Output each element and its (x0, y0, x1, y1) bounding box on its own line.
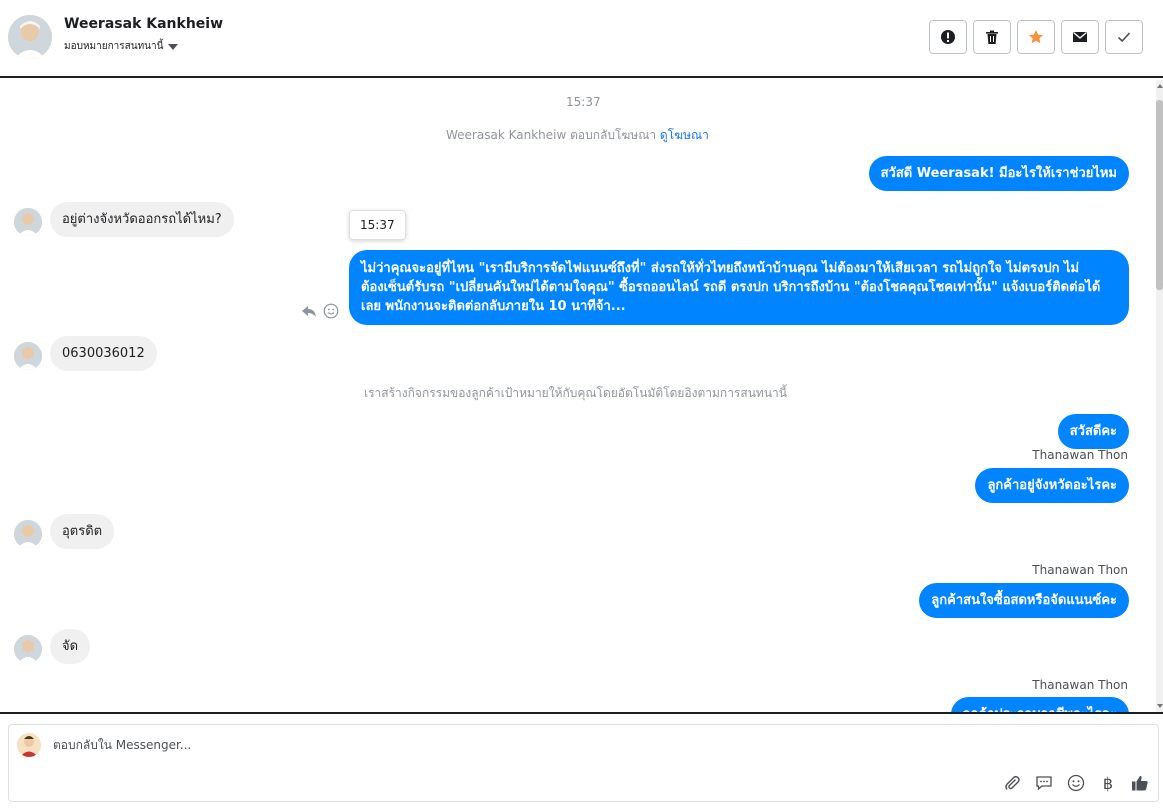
thumbs-up-icon (1132, 775, 1148, 791)
message-line: ไม่ว่าคุณจะอยู่ที่ไหน "เรามีบริการจัดไฟแ… (361, 261, 1080, 276)
message-line: ต้องเซ็นต์รับรถ "เปลี่ยนคันใหม่ได้ตามใจค… (361, 280, 1101, 295)
mark-unread-button[interactable] (1061, 20, 1099, 54)
reply-icon[interactable] (301, 303, 317, 319)
mark-done-button[interactable] (1105, 20, 1143, 54)
system-activity-note: เราสร้างกิจกรรมของลูกค้าเป้าหมายให้กับคุ… (364, 386, 787, 400)
scroll-up-arrow-icon[interactable] (1157, 84, 1163, 88)
message-thread[interactable]: 15:37 Weerasak Kankheiw ตอบกลับโฆษณา ดูโ… (0, 80, 1163, 712)
header-actions (929, 20, 1143, 54)
message-bubble-incoming[interactable]: อุตรดิต (50, 514, 115, 549)
message-line: เลย พนักงานจะติดต่อกลับภายใน 10 นาทีจ้า.… (361, 299, 626, 314)
thread-scrollbar[interactable] (1156, 80, 1163, 712)
contact-name[interactable]: Weerasak Kankheiw (64, 16, 223, 32)
sender-name: Thanawan Thon (1032, 448, 1128, 462)
message-bubble-outgoing-long[interactable]: ไม่ว่าคุณจะอยู่ที่ไหน "เรามีบริการจัดไฟแ… (349, 250, 1129, 325)
message-bubble-outgoing[interactable]: สวัสดี Weerasak! มีอะไรให้เราช่วยไหม (868, 156, 1129, 191)
contact-avatar[interactable] (8, 15, 52, 59)
conversation-header: Weerasak Kankheiw มอบหมายการสนทนานี้ (0, 0, 1163, 78)
message-bubble-outgoing[interactable]: สวัสดีคะ (1057, 414, 1129, 449)
contact-avatar-small (14, 635, 42, 663)
contact-avatar-small (14, 342, 42, 370)
emoji-button[interactable] (1066, 773, 1086, 793)
baht-payment-icon: ฿ (1102, 773, 1114, 793)
exclamation-circle-icon (941, 30, 955, 44)
trash-icon (986, 30, 998, 44)
star-button[interactable] (1017, 20, 1055, 54)
message-bubble-incoming[interactable]: อยู่ต่างจังหวัดออกรถได้ไหม? (50, 202, 234, 237)
sender-name: Thanawan Thon (1032, 563, 1128, 577)
message-bubble-outgoing[interactable]: ลูกค้าอยู่จังหวัดอะไรคะ (975, 468, 1129, 503)
contact-avatar-small (14, 520, 42, 548)
assign-conversation-dropdown[interactable]: มอบหมายการสนทนานี้ (64, 39, 179, 54)
attachment-button[interactable] (1002, 773, 1022, 793)
message-time-tooltip: 15:37 (349, 210, 406, 240)
emoji-icon (1067, 774, 1085, 792)
sender-name: Thanawan Thon (1032, 678, 1128, 692)
star-icon (1029, 30, 1043, 44)
scroll-down-arrow-icon[interactable] (1157, 704, 1163, 708)
reply-composer: ฿ (8, 724, 1159, 802)
saved-reply-button[interactable] (1034, 773, 1054, 793)
system-ad-reply-note: Weerasak Kankheiw ตอบกลับโฆษณา ดูโฆษณา (446, 126, 709, 145)
payment-button[interactable]: ฿ (1098, 773, 1118, 793)
like-button[interactable] (1130, 773, 1150, 793)
system-ad-text: Weerasak Kankheiw ตอบกลับโฆษณา (446, 128, 657, 142)
composer-tools: ฿ (1002, 773, 1150, 793)
reply-input[interactable] (53, 733, 953, 757)
attachment-icon (1005, 775, 1020, 790)
saved-reply-icon (1036, 776, 1052, 791)
contact-avatar-small (14, 208, 42, 236)
message-bubble-outgoing[interactable]: ลูกค้าประกอบอาชีพอะไรคะ (950, 697, 1129, 712)
check-icon (1117, 32, 1131, 43)
caret-down-icon (168, 43, 179, 50)
scrollbar-thumb[interactable] (1156, 100, 1163, 290)
message-hover-tools (301, 303, 339, 319)
message-bubble-incoming[interactable]: 0630036012 (50, 336, 157, 371)
delete-button[interactable] (973, 20, 1011, 54)
react-emoji-icon[interactable] (323, 303, 339, 319)
message-bubble-outgoing[interactable]: ลูกค้าสนใจซื้อสดหรือจัดแนนซ์คะ (919, 583, 1129, 618)
composer-area: ฿ (0, 712, 1163, 808)
envelope-icon (1073, 32, 1087, 42)
message-bubble-incoming[interactable]: จัด (50, 629, 91, 664)
mark-spam-button[interactable] (929, 20, 967, 54)
assign-label: มอบหมายการสนทนานี้ (64, 41, 164, 52)
view-ad-link[interactable]: ดูโฆษณา (660, 128, 709, 142)
page-avatar (17, 733, 41, 757)
timestamp: 15:37 (566, 95, 601, 109)
